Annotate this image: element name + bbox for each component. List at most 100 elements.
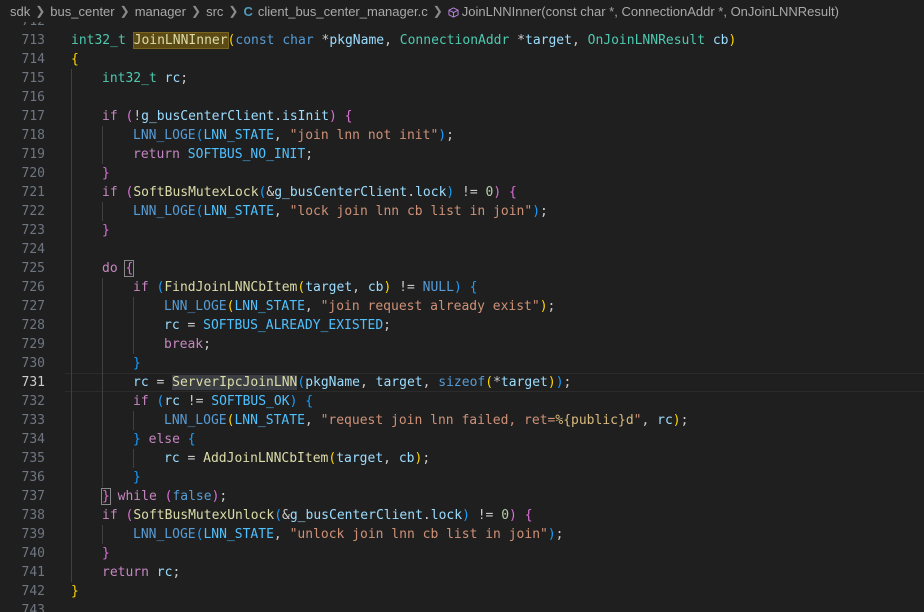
indent-guide xyxy=(71,183,72,202)
code-line[interactable]: 740} xyxy=(0,544,924,563)
code-line[interactable]: 715 int32_t rc; xyxy=(0,69,924,88)
code-token: . xyxy=(274,109,283,124)
code-line[interactable]: 731 rc = ServerIpcJoinLNN (pkgName, target… xyxy=(0,373,924,392)
line-number: 740 xyxy=(21,546,45,561)
code-line[interactable]: 738 if (SoftBusMutexUnlock(&g_busCenterCl… xyxy=(0,506,924,525)
indent-guide xyxy=(71,297,72,316)
code-token: * xyxy=(493,375,501,390)
code-line[interactable]: 721 if (SoftBusMutexLock(&g_busCenterClie… xyxy=(0,183,924,202)
code-line[interactable]: 743 xyxy=(0,601,924,612)
code-token: return xyxy=(102,565,149,580)
line-number: 733 xyxy=(21,413,45,428)
breadcrumb-symbol[interactable]: JoinLNNInner(const char *, ConnectionAdd… xyxy=(462,4,839,19)
code-line[interactable]: 739 LNN_LOGE(LNN_STATE, "unlock join lnn … xyxy=(0,525,924,544)
code-line[interactable]: 735 rc = AddJoinLNNCbItem(target, cb); xyxy=(0,449,924,468)
breadcrumb-item-sdk[interactable]: sdk xyxy=(10,4,30,19)
code-editor[interactable]: 712713int32_t JoinLNNInner(const char *p… xyxy=(0,22,924,612)
code-line[interactable]: 734} else { xyxy=(0,430,924,449)
code-line[interactable]: 712 xyxy=(0,22,924,31)
code-token: "unlock join lnn cb list in join" xyxy=(289,527,548,542)
code-line[interactable]: 729 break; xyxy=(0,335,924,354)
line-number: 715 xyxy=(21,71,45,86)
code-line[interactable]: 716 xyxy=(0,88,924,107)
code-line[interactable]: 713 int32_t JoinLNNInner(const char *pkgN… xyxy=(0,31,924,50)
code-token: { xyxy=(469,280,478,295)
code-text: LNN_LOGE(LNN_STATE, "unlock join lnn cb … xyxy=(133,525,564,544)
breadcrumb-item-bus-center[interactable]: bus_center xyxy=(50,4,114,19)
code-token: } xyxy=(101,488,111,505)
code-line[interactable]: 718 LNN_LOGE(LNN_STATE, "join lnn not ini… xyxy=(0,126,924,145)
indent-guide xyxy=(71,468,72,487)
code-line[interactable]: 724 xyxy=(0,240,924,259)
indent-guide xyxy=(102,430,103,449)
code-line[interactable]: 717 if (!g_busCenterClient.isInit) { xyxy=(0,107,924,126)
code-token: , xyxy=(383,451,399,466)
code-line[interactable]: 737} while (false); xyxy=(0,487,924,506)
code-token: lock xyxy=(415,185,447,200)
code-token: . xyxy=(422,508,431,523)
code-line[interactable]: 728 rc = SOFTBUS_ALREADY_EXISTED; xyxy=(0,316,924,335)
code-token: ConnectionAddr xyxy=(399,33,510,48)
indent-guide xyxy=(102,468,103,487)
code-line[interactable]: 725 do { xyxy=(0,259,924,278)
code-line[interactable]: 727 LNN_LOGE(LNN_STATE, "join request alr… xyxy=(0,297,924,316)
line-number: 718 xyxy=(21,128,45,143)
code-line[interactable]: 732 if (rc != SOFTBUS_OK) { xyxy=(0,392,924,411)
code-text: return rc; xyxy=(102,563,180,582)
c-file-icon: C xyxy=(243,3,253,19)
code-token: ) xyxy=(532,204,541,219)
code-token: , xyxy=(571,33,588,48)
code-line[interactable]: 742} xyxy=(0,582,924,601)
code-text: return SOFTBUS_NO_INIT; xyxy=(133,145,313,164)
breadcrumb-item-src[interactable]: src xyxy=(206,4,223,19)
code-token: ) xyxy=(672,413,681,428)
breadcrumb-item-manager[interactable]: manager xyxy=(135,4,186,19)
code-line[interactable]: 741 return rc; xyxy=(0,563,924,582)
code-token: , xyxy=(304,413,321,428)
indent-guide xyxy=(71,487,72,506)
line-number: 742 xyxy=(21,584,45,599)
indent-guide xyxy=(102,316,103,335)
code-line[interactable]: 720} xyxy=(0,164,924,183)
chevron-right-icon: ❯ xyxy=(191,4,202,18)
breadcrumb-file[interactable]: client_bus_center_manager.c xyxy=(258,4,428,19)
code-line[interactable]: 722 LNN_LOGE(LNN_STATE, "lock join lnn cb… xyxy=(0,202,924,221)
code-token: SoftBusMutexLock xyxy=(133,185,259,200)
code-text: LNN_LOGE(LNN_STATE, "request join lnn fa… xyxy=(164,411,688,430)
indent-guide xyxy=(102,525,103,544)
code-token: if xyxy=(102,109,118,124)
code-token: , xyxy=(641,413,658,428)
code-line[interactable]: 733 LNN_LOGE(LNN_STATE, "request join lnn… xyxy=(0,411,924,430)
code-line[interactable]: 719 return SOFTBUS_NO_INIT; xyxy=(0,145,924,164)
indent-guide xyxy=(71,316,72,335)
code-token: ; xyxy=(172,565,181,580)
code-token: pkgName xyxy=(305,375,360,390)
indent-guide xyxy=(133,335,134,354)
code-token: ) xyxy=(547,375,556,390)
code-token: g_busCenterClient xyxy=(141,109,275,124)
code-token: { xyxy=(124,260,135,277)
code-token: target xyxy=(305,280,353,295)
code-token: char xyxy=(282,33,314,48)
code-text: int32_t rc; xyxy=(102,69,188,88)
code-line[interactable]: 726 if (FindJoinLNNCbItem(target, cb) != … xyxy=(0,278,924,297)
code-token: SOFTBUS_OK xyxy=(211,394,290,409)
code-token: LNN_LOGE xyxy=(133,204,196,219)
line-number: 723 xyxy=(21,223,45,238)
code-line[interactable]: 730} xyxy=(0,354,924,373)
code-token: AddJoinLNNCbItem xyxy=(203,451,329,466)
code-line[interactable]: 723} xyxy=(0,221,924,240)
indent-guide xyxy=(71,145,72,164)
code-line[interactable]: 714 { xyxy=(0,50,924,69)
code-text: } xyxy=(133,354,141,373)
code-line[interactable]: 736} xyxy=(0,468,924,487)
code-token: ; xyxy=(446,128,454,143)
code-token: ; xyxy=(422,451,431,466)
code-text: } xyxy=(102,164,110,183)
function-cube-icon xyxy=(448,6,459,18)
code-token: if xyxy=(102,508,118,523)
code-token: cb xyxy=(398,451,415,466)
